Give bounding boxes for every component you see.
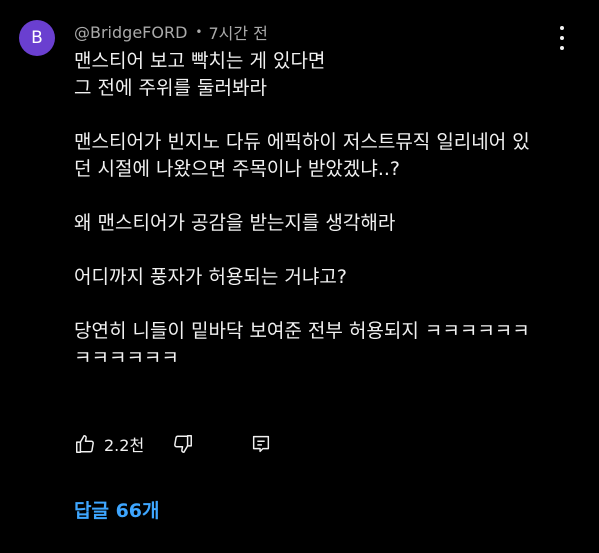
comment-line: 당연히 니들이 밑바닥 보여준 전부 허용되지 ㅋㅋㅋㅋㅋㅋ (74, 320, 530, 342)
comment-line: 그 전에 주위를 둘러봐라 (74, 77, 267, 99)
comment-line: 맨스티어가 빈지노 다듀 에픽하이 저스트뮤직 일리네어 있 (74, 131, 530, 153)
comment-line: 왜 맨스티어가 공감을 받는지를 생각해라 (74, 212, 396, 234)
header-separator: • (195, 25, 203, 39)
thumbs-up-icon[interactable] (74, 433, 96, 455)
comment-line: 어디까지 풍자가 허용되는 거냐고? (74, 266, 347, 288)
comment-line: 던 시절에 나왔으면 주목이나 받았겠냐..? (74, 158, 401, 180)
comment-text: 맨스티어 보고 빡치는 게 있다면 그 전에 주위를 둘러봐라 맨스티어가 빈지… (74, 48, 564, 372)
reply-comment-icon[interactable] (250, 433, 272, 455)
comment-line: 맨스티어 보고 빡치는 게 있다면 (74, 50, 326, 72)
avatar[interactable]: B (19, 20, 55, 56)
comment-line: ㅋㅋㅋㅋㅋㅋ (74, 347, 179, 369)
like-count: 2.2천 (104, 436, 145, 455)
author-handle[interactable]: @BridgeFORD (74, 23, 187, 42)
view-replies-button[interactable]: 답글 66개 (74, 496, 160, 523)
comment-timestamp[interactable]: 7시간 전 (208, 20, 267, 44)
comment-header: @BridgeFORD • 7시간 전 (74, 20, 268, 44)
comment-actions: 2.2천 (74, 430, 272, 458)
thumbs-down-icon[interactable] (172, 433, 194, 455)
avatar-letter: B (31, 28, 43, 48)
comment-thread: B @BridgeFORD • 7시간 전 맨스티어 보고 빡치는 게 있다면 … (0, 0, 599, 553)
